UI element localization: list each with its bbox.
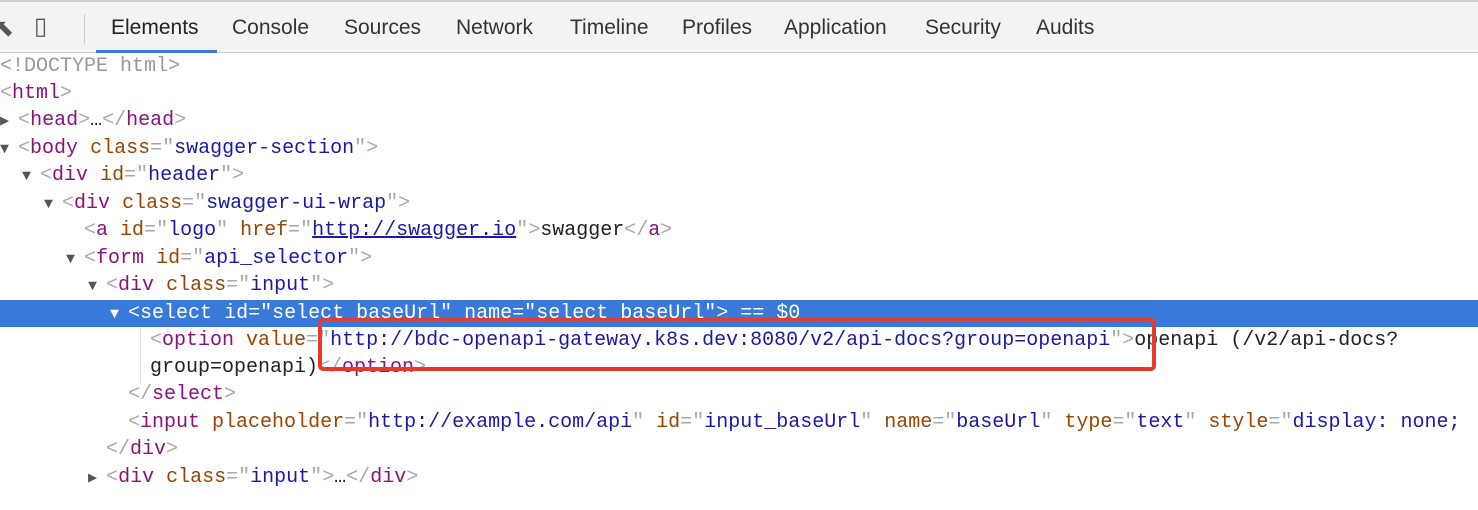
collapse-arrow-icon[interactable]: ▼ xyxy=(44,196,62,213)
tag-name: option xyxy=(162,329,235,352)
text-node: group=openapi) xyxy=(150,356,319,379)
collapse-arrow-icon[interactable]: ▼ xyxy=(22,168,40,185)
tag-name: div xyxy=(130,438,167,461)
dom-node-body[interactable]: ▼ <body class="swagger-section"> xyxy=(0,135,378,162)
tag-name: div xyxy=(74,192,111,215)
attr-value: display: none; xyxy=(1292,411,1461,434)
tag-name: head xyxy=(126,109,175,132)
text-node: swagger xyxy=(540,219,625,242)
tag-name: div xyxy=(370,466,407,489)
collapsed-ellipsis[interactable]: … xyxy=(334,466,346,489)
attr-value: swagger-section xyxy=(174,137,355,160)
tag-name: div xyxy=(118,274,155,297)
dom-node-doctype[interactable]: <!DOCTYPE html> xyxy=(0,53,180,80)
attr-value: http://example.com/api xyxy=(368,411,633,434)
collapse-arrow-icon[interactable]: ▼ xyxy=(110,306,128,323)
attr-value: input xyxy=(250,274,311,297)
text-node: openapi (/v2/api-docs? xyxy=(1134,329,1399,352)
attr-value: swagger-ui-wrap xyxy=(206,192,387,215)
tag-name: a xyxy=(648,219,661,242)
tab-profiles[interactable]: Profiles xyxy=(682,16,752,40)
inspect-element-icon[interactable]: ⬉ xyxy=(0,14,14,43)
attr-value: baseUrl xyxy=(956,411,1041,434)
dom-node-html[interactable]: <html> xyxy=(0,80,72,107)
dom-node-div-wrap[interactable]: ▼ <div class="swagger-ui-wrap"> xyxy=(44,190,410,217)
tag-name: select xyxy=(140,302,213,325)
toolbar-divider xyxy=(84,14,85,44)
devtools-toolbar: ⬉ ▯ Elements Console Sources Network Tim… xyxy=(0,0,1478,53)
tag-name: input xyxy=(140,411,201,434)
attr-value: text xyxy=(1136,411,1185,434)
tab-elements[interactable]: Elements xyxy=(111,16,199,40)
indent-guide xyxy=(140,328,141,383)
tab-security[interactable]: Security xyxy=(925,16,1001,40)
attr-value: input_baseUrl xyxy=(704,411,861,434)
collapsed-ellipsis[interactable]: … xyxy=(90,109,102,132)
attr-value: logo xyxy=(168,219,217,242)
attr-value: input xyxy=(250,466,311,489)
device-mode-icon[interactable]: ▯ xyxy=(34,12,47,41)
doctype-text: <!DOCTYPE html> xyxy=(0,55,181,78)
collapse-arrow-icon[interactable]: ▼ xyxy=(66,251,84,268)
highlight-annotation-box xyxy=(318,318,1156,371)
tag-name: select xyxy=(152,383,225,406)
expand-arrow-icon[interactable]: ▶ xyxy=(0,113,18,130)
tab-console[interactable]: Console xyxy=(232,16,309,40)
tab-audits[interactable]: Audits xyxy=(1036,16,1094,40)
attr-value: header xyxy=(148,164,221,187)
tag-name: head xyxy=(30,109,79,132)
tag-name: div xyxy=(52,164,89,187)
attr-value: api_selector xyxy=(204,247,349,270)
dom-node-form[interactable]: ▼ <form id="api_selector"> xyxy=(66,245,372,272)
dom-node-head[interactable]: ▶ <head>…</head> xyxy=(0,107,186,134)
collapse-arrow-icon[interactable]: ▼ xyxy=(0,141,18,158)
dom-node-div-close[interactable]: </div> xyxy=(106,436,178,463)
tab-timeline[interactable]: Timeline xyxy=(570,16,649,40)
expand-arrow-icon[interactable]: ▶ xyxy=(88,470,106,487)
tab-network[interactable]: Network xyxy=(456,16,533,40)
dom-node-input[interactable]: <input placeholder="http://example.com/a… xyxy=(128,409,1460,436)
tag-name: body xyxy=(30,137,79,160)
tag-name: a xyxy=(96,219,109,242)
tab-sources[interactable]: Sources xyxy=(344,16,421,40)
tab-application[interactable]: Application xyxy=(784,16,887,40)
dom-node-a-logo[interactable]: <a id="logo" href="http://swagger.io">sw… xyxy=(84,217,672,244)
tag-name: html xyxy=(12,82,61,105)
dom-node-div-input-collapsed[interactable]: ▶ <div class="input">…</div> xyxy=(88,464,418,491)
collapse-arrow-icon[interactable]: ▼ xyxy=(88,278,106,295)
tag-name: div xyxy=(118,466,155,489)
href-link[interactable]: http://swagger.io xyxy=(312,219,516,242)
tag-name: form xyxy=(96,247,145,270)
dom-node-select-close[interactable]: </select> xyxy=(128,381,236,408)
dom-node-div-header[interactable]: ▼ <div id="header"> xyxy=(22,162,244,189)
dom-node-div-input[interactable]: ▼ <div class="input"> xyxy=(88,272,334,299)
